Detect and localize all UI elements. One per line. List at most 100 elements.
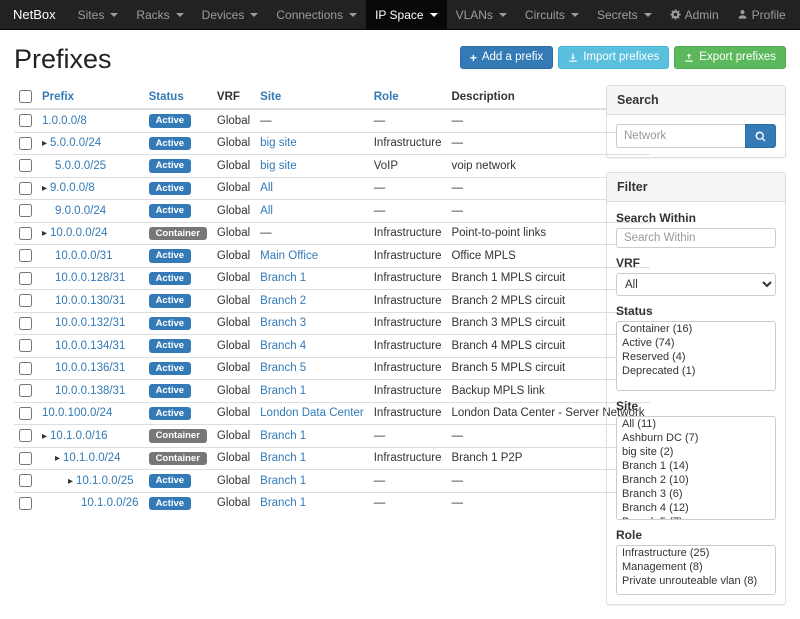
nav-vlans[interactable]: VLANs <box>447 0 516 29</box>
import-prefixes-button[interactable]: Import prefixes <box>558 46 669 69</box>
prefix-link[interactable]: 10.1.0.0/16 <box>50 430 108 442</box>
select-option[interactable]: Branch 4 (12) <box>617 501 775 515</box>
row-checkbox[interactable] <box>19 339 32 352</box>
sort-status-column[interactable]: Status <box>149 91 184 103</box>
select-option[interactable]: Branch 1 (14) <box>617 459 775 473</box>
row-checkbox[interactable] <box>19 294 32 307</box>
row-checkbox[interactable] <box>19 227 32 240</box>
row-checkbox[interactable] <box>19 182 32 195</box>
search-within-input[interactable] <box>616 228 776 248</box>
table-row: 10.0.0.128/31 Active Global Branch 1 Inf… <box>14 267 650 290</box>
select-option[interactable]: Private unrouteable vlan (8) <box>617 574 775 588</box>
site-link[interactable]: Branch 1 <box>260 272 306 284</box>
prefix-link[interactable]: 10.0.0.138/31 <box>55 385 125 397</box>
search-button[interactable] <box>745 124 776 148</box>
nav-secrets[interactable]: Secrets <box>588 0 661 29</box>
row-checkbox[interactable] <box>19 407 32 420</box>
prefix-link[interactable]: 10.1.0.0/26 <box>81 497 139 509</box>
prefix-link[interactable]: 10.1.0.0/25 <box>76 475 134 487</box>
export-prefixes-button[interactable]: Export prefixes <box>674 46 786 69</box>
site-link[interactable]: All <box>260 205 273 217</box>
prefix-link[interactable]: 10.0.0.132/31 <box>55 317 125 329</box>
nav-ip-space[interactable]: IP Space <box>366 0 446 29</box>
nav-devices[interactable]: Devices <box>193 0 268 29</box>
prefix-link[interactable]: 10.1.0.0/24 <box>63 452 121 464</box>
prefix-link[interactable]: 10.0.0.136/31 <box>55 362 125 374</box>
site-link[interactable]: Branch 3 <box>260 317 306 329</box>
table-row: 10.0.0.136/31 Active Global Branch 5 Inf… <box>14 357 650 380</box>
select-option[interactable]: Ashburn DC (7) <box>617 431 775 445</box>
nav-racks[interactable]: Racks <box>127 0 192 29</box>
site-link[interactable]: Branch 1 <box>260 452 306 464</box>
expand-arrow: ▸ <box>42 431 47 442</box>
row-checkbox[interactable] <box>19 137 32 150</box>
site-link[interactable]: Main Office <box>260 250 318 262</box>
select-option[interactable]: big site (2) <box>617 445 775 459</box>
sort-site-column[interactable]: Site <box>260 91 281 103</box>
prefix-link[interactable]: 10.0.100.0/24 <box>42 407 112 419</box>
site-select[interactable]: All (11)Ashburn DC (7)big site (2)Branch… <box>616 416 776 520</box>
select-all-checkbox[interactable] <box>19 90 32 103</box>
prefix-link[interactable]: 10.0.0.0/31 <box>55 250 113 262</box>
select-option[interactable]: Infrastructure (25) <box>617 546 775 560</box>
select-option[interactable]: Container (16) <box>617 322 775 336</box>
search-input[interactable] <box>616 124 745 148</box>
nav-connections[interactable]: Connections <box>267 0 366 29</box>
sort-prefix-column[interactable]: Prefix <box>42 91 74 103</box>
prefix-link[interactable]: 10.0.0.0/24 <box>50 227 108 239</box>
row-checkbox[interactable] <box>19 317 32 330</box>
select-option[interactable]: Branch 5 (7) <box>617 515 775 520</box>
app-brand[interactable]: NetBox <box>0 0 69 29</box>
add-prefix-button[interactable]: + Add a prefix <box>460 46 553 69</box>
select-option[interactable]: All (11) <box>617 417 775 431</box>
row-checkbox[interactable] <box>19 114 32 127</box>
select-option[interactable]: Branch 2 (10) <box>617 473 775 487</box>
row-checkbox[interactable] <box>19 272 32 285</box>
page-header: Prefixes + Add a prefix Import prefixes … <box>14 42 786 85</box>
site-link[interactable]: Branch 1 <box>260 497 306 509</box>
site-cell: Main Office <box>255 245 369 268</box>
site-link[interactable]: big site <box>260 160 296 172</box>
prefix-link[interactable]: 9.0.0.0/24 <box>55 205 106 217</box>
select-option[interactable]: Management (8) <box>617 560 775 574</box>
prefix-link[interactable]: 5.0.0.0/25 <box>55 160 106 172</box>
nav-profile[interactable]: Profile <box>728 0 795 29</box>
site-link[interactable]: big site <box>260 137 296 149</box>
select-option[interactable]: Deprecated (1) <box>617 364 775 378</box>
prefix-link[interactable]: 10.0.0.130/31 <box>55 295 125 307</box>
nav-circuits[interactable]: Circuits <box>516 0 588 29</box>
prefix-link[interactable]: 5.0.0.0/24 <box>50 137 101 149</box>
site-link[interactable]: London Data Center <box>260 407 364 419</box>
row-checkbox[interactable] <box>19 159 32 172</box>
row-checkbox[interactable] <box>19 362 32 375</box>
site-link[interactable]: Branch 1 <box>260 385 306 397</box>
row-checkbox[interactable] <box>19 204 32 217</box>
row-checkbox[interactable] <box>19 384 32 397</box>
status-select[interactable]: Container (16)Active (74)Reserved (4)Dep… <box>616 321 776 391</box>
row-checkbox[interactable] <box>19 497 32 510</box>
site-link[interactable]: All <box>260 182 273 194</box>
row-checkbox[interactable] <box>19 249 32 262</box>
sort-role-column[interactable]: Role <box>374 91 399 103</box>
nav-sites[interactable]: Sites <box>69 0 128 29</box>
select-option[interactable]: Branch 3 (6) <box>617 487 775 501</box>
prefix-link[interactable]: 10.0.0.134/31 <box>55 340 125 352</box>
prefix-link[interactable]: 9.0.0.0/8 <box>50 182 95 194</box>
site-link[interactable]: Branch 1 <box>260 430 306 442</box>
select-option[interactable]: Active (74) <box>617 336 775 350</box>
nav-logout[interactable]: Log out <box>795 0 800 29</box>
prefix-link[interactable]: 1.0.0.0/8 <box>42 115 87 127</box>
prefix-link[interactable]: 10.0.0.128/31 <box>55 272 125 284</box>
select-option[interactable]: Reserved (4) <box>617 350 775 364</box>
vrf-select[interactable]: All <box>616 273 776 296</box>
site-link[interactable]: Branch 1 <box>260 475 306 487</box>
site-link[interactable]: Branch 2 <box>260 295 306 307</box>
row-checkbox[interactable] <box>19 452 32 465</box>
row-checkbox[interactable] <box>19 429 32 442</box>
expand-arrow: ▸ <box>55 453 60 464</box>
site-link[interactable]: Branch 5 <box>260 362 306 374</box>
site-link[interactable]: Branch 4 <box>260 340 306 352</box>
row-checkbox[interactable] <box>19 474 32 487</box>
nav-admin[interactable]: Admin <box>661 0 728 29</box>
role-select[interactable]: Infrastructure (25)Management (8)Private… <box>616 545 776 595</box>
